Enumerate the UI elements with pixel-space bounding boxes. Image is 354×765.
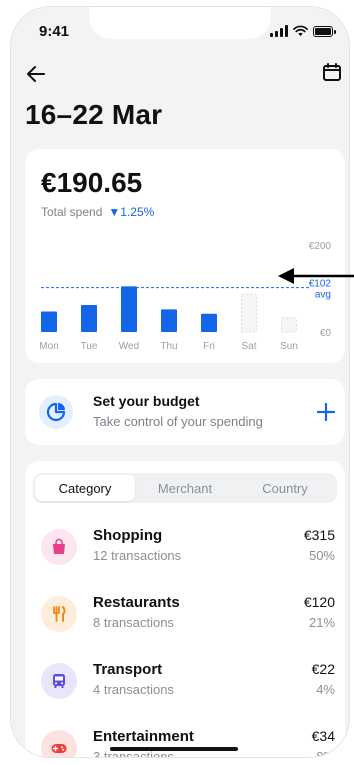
spend-change: ▼1.25%	[108, 205, 155, 219]
category-percent: 4%	[316, 682, 335, 697]
chart-bar-placeholder	[281, 317, 297, 333]
chart-bar	[41, 311, 57, 332]
calendar-icon[interactable]	[321, 61, 343, 83]
spend-chart: Mon Tue Wed Thu Fri Sat Sun€200€102€0avg	[39, 241, 332, 352]
tab-merchant[interactable]: Merchant	[135, 475, 235, 501]
chart-bar	[201, 313, 217, 332]
category-name: Entertainment	[93, 728, 194, 745]
budget-subtitle: Take control of your spending	[93, 414, 263, 429]
total-spend-label: Total spend	[41, 205, 103, 219]
fork-knife-icon	[41, 596, 77, 632]
category-percent: 21%	[308, 615, 335, 630]
chart-x-label: Thu	[160, 341, 177, 352]
chart-y-tick: €0	[320, 328, 332, 339]
page-title: 16–22 Mar	[25, 99, 163, 130]
chart-x-label: Fri	[203, 341, 215, 352]
category-row-shopping[interactable]: Shopping 12 transactions €315 50%	[25, 519, 345, 575]
spend-card: €190.65 Total spend ▼1.25% Mon Tue Wed Thu F…	[25, 149, 345, 363]
tab-category[interactable]: Category	[35, 475, 135, 501]
category-name: Restaurants	[93, 594, 180, 611]
category-row-restaurants[interactable]: Restaurants 8 transactions €120 21%	[25, 586, 345, 642]
category-name: Shopping	[93, 527, 163, 544]
notch	[89, 7, 271, 39]
category-name: Transport	[93, 661, 163, 678]
chart-bar	[81, 305, 97, 332]
shopping-bag-icon	[41, 529, 77, 565]
category-row-transport[interactable]: Transport 4 transactions €22 4%	[25, 653, 345, 709]
chart-bar	[161, 309, 177, 332]
budget-card[interactable]: Set your budget Take control of your spe…	[25, 379, 345, 445]
category-percent: 50%	[308, 548, 335, 563]
arrow-left-icon[interactable]	[25, 63, 47, 85]
budget-title: Set your budget	[93, 393, 200, 409]
plus-icon[interactable]	[313, 399, 339, 425]
chart-x-label: Sat	[241, 341, 256, 352]
category-transactions: 12 transactions	[93, 548, 182, 563]
chart-x-label: Tue	[81, 341, 98, 352]
category-amount: €34	[311, 728, 335, 744]
category-transactions: 8 transactions	[93, 615, 174, 630]
home-indicator	[110, 747, 238, 751]
bus-icon	[41, 663, 77, 699]
status-icons	[270, 25, 336, 37]
chart-bar	[121, 286, 137, 332]
breakdown-tabs: Category Merchant Country	[33, 473, 337, 503]
category-transactions: 4 transactions	[93, 682, 174, 697]
spend-subtitle: Total spend ▼1.25%	[41, 205, 154, 219]
chart-x-label: Sun	[280, 341, 298, 352]
chart-x-label: Wed	[119, 341, 139, 352]
category-card: Category Merchant Country Shopping 12 tr…	[25, 461, 345, 758]
chart-y-tick: €200	[309, 241, 332, 252]
battery-icon	[313, 26, 336, 37]
total-amount: €190.65	[41, 167, 143, 198]
gamepad-icon	[41, 730, 77, 757]
category-amount: €120	[303, 594, 335, 610]
category-amount: €22	[311, 661, 335, 677]
annotation-arrow-icon	[278, 268, 354, 284]
wifi-icon	[293, 25, 308, 37]
chart-average-label: avg	[315, 290, 331, 301]
signal-icon	[270, 25, 288, 37]
phone-frame: 9:41 16–22 Mar €190.65 Total spend ▼1.25…	[10, 6, 350, 758]
tab-country[interactable]: Country	[235, 475, 335, 501]
chart-bar-placeholder	[241, 293, 257, 333]
pie-chart-icon	[39, 395, 73, 429]
category-amount: €315	[303, 527, 335, 543]
category-percent: 8%	[316, 749, 335, 758]
status-time: 9:41	[39, 23, 70, 40]
category-row-entertainment[interactable]: Entertainment 3 transactions €34 8%	[25, 720, 345, 758]
chart-x-label: Mon	[39, 341, 58, 352]
